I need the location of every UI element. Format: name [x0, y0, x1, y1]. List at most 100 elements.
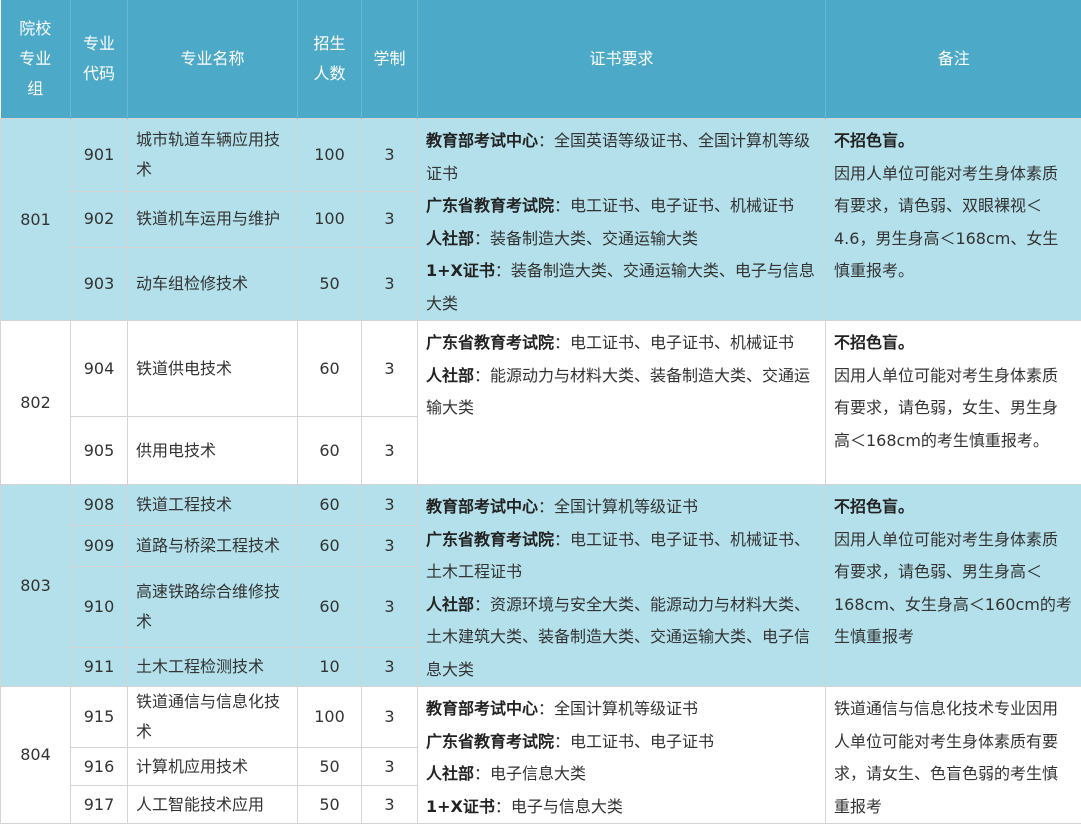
major-code-cell: 917: [70, 785, 128, 824]
years-cell: 3: [361, 246, 418, 322]
note-cell: 铁道通信与信息化技术专业因用人单位可能对考生身体素质有要求，请女生、色盲色弱的考…: [825, 686, 1081, 824]
cert-item: 人社部：装备制造大类、交通运输大类: [426, 223, 817, 256]
table-header-row: 院校 专业 组 专业 代码 专业名称 招生 人数 学制 证书要求 备注: [0, 0, 1081, 119]
cert-issuer-label: 广东省教育考试院: [426, 196, 555, 215]
major-name-cell: 铁道工程技术: [127, 483, 298, 527]
cert-detail: ：电工证书、电子证书、机械证书: [554, 333, 795, 352]
note-cell: 不招色盲。 因用人单位可能对考生身体素质有要求，请色弱、双眼裸视＜4.6，男生身高…: [825, 118, 1081, 321]
major-name-cell: 铁道机车运用与维护: [127, 191, 298, 248]
major-code-cell: 911: [70, 646, 128, 688]
cert-requirements-cell: 教育部考试中心：全国英语等级证书、全国计算机等级证书 广东省教育考试院：电工证书、…: [417, 118, 826, 321]
cert-detail: ：电子与信息大类: [494, 796, 623, 816]
major-code-cell: 909: [70, 525, 128, 568]
cert-issuer-label: 1+X证书: [426, 796, 495, 816]
enroll-count-cell: 60: [297, 566, 362, 648]
enroll-count-cell: 60: [297, 320, 362, 417]
no-color-blind-note: 不招色盲。: [834, 333, 915, 352]
years-cell: 3: [361, 320, 418, 417]
cert-issuer-label: 教育部考试中心: [426, 497, 539, 516]
header-group: 院校 专业 组: [0, 0, 71, 119]
cert-item: 教育部考试中心：全国英语等级证书、全国计算机等级证书: [426, 125, 817, 190]
major-name-cell: 供用电技术: [127, 416, 298, 485]
cert-detail: ：电工证书、电子证书、机械证书: [554, 196, 795, 215]
header-note: 备注: [825, 0, 1081, 119]
no-color-blind-note: 不招色盲。: [834, 131, 915, 150]
major-code-cell: 910: [70, 566, 128, 648]
cert-item: 广东省教育考试院：电工证书、电子证书、机械证书、土木工程证书: [426, 524, 817, 589]
major-name-cell: 城市轨道车辆应用技术: [127, 117, 298, 193]
cert-item: 教育部考试中心：全国计算机等级证书: [426, 693, 817, 726]
enroll-count-cell: 100: [297, 117, 362, 193]
enroll-count-cell: 50: [297, 747, 362, 786]
note-cell: 不招色盲。 因用人单位可能对考生身体素质有要求，请色弱、男生身高＜168cm、女生…: [825, 484, 1081, 687]
cert-item: 1+X证书：装备制造大类、交通运输大类、电子与信息大类: [426, 255, 817, 320]
major-code-cell: 908: [70, 483, 128, 527]
major-code-cell: 901: [70, 117, 128, 193]
cert-item: 人社部：能源动力与材料大类、装备制造大类、交通运输大类: [426, 360, 817, 425]
cert-detail: ：全国计算机等级证书: [538, 699, 699, 718]
cert-item: 广东省教育考试院：电工证书、电子证书: [426, 726, 817, 759]
cert-detail: ：全国计算机等级证书: [538, 497, 699, 516]
years-cell: 3: [361, 416, 418, 485]
years-cell: 3: [361, 686, 418, 748]
enroll-count-cell: 50: [297, 246, 362, 322]
header-years: 学制: [361, 0, 418, 119]
cert-issuer-label: 广东省教育考试院: [426, 333, 555, 352]
note-text: 因用人单位可能对考生身体素质有要求，请色弱，女生、男生身高＜168cm的考生慎重…: [834, 365, 1059, 450]
no-color-blind-note: 不招色盲。: [834, 497, 915, 516]
note-cell: 不招色盲。因用人单位可能对考生身体素质有要求，请色弱，女生、男生身高＜168cm…: [825, 320, 1081, 485]
group-id-cell: 801: [0, 118, 71, 321]
table-row: 803 908 铁道工程技术 60 3 教育部考试中心：全国计算机等级证书 广东省教育考试院…: [0, 483, 1081, 687]
years-cell: 3: [361, 191, 418, 248]
years-cell: 3: [361, 566, 418, 648]
cert-requirements-cell: 教育部考试中心：全国计算机等级证书 广东省教育考试院：电工证书、电子证书 人社部：电…: [417, 686, 826, 824]
years-cell: 3: [361, 646, 418, 688]
cert-issuer-label: 广东省教育考试院: [426, 529, 555, 549]
cert-item: 人社部：电子信息大类: [426, 758, 817, 791]
years-cell: 3: [361, 747, 418, 786]
enroll-count-cell: 100: [297, 686, 362, 748]
enroll-count-cell: 100: [297, 191, 362, 248]
header-name: 专业名称: [127, 0, 298, 119]
major-name-cell: 计算机应用技术: [127, 747, 298, 786]
cert-item: 教育部考试中心：全国计算机等级证书: [426, 491, 817, 524]
enroll-count-cell: 60: [297, 416, 362, 485]
cert-requirements-cell: 广东省教育考试院：电工证书、电子证书、机械证书 人社部：能源动力与材料大类、装备制…: [417, 320, 826, 485]
major-name-cell: 高速铁路综合维修技术: [127, 566, 298, 648]
group-id-cell: 802: [0, 320, 71, 485]
cert-issuer-label: 人社部: [426, 365, 475, 385]
enroll-count-cell: 60: [297, 483, 362, 527]
cert-issuer-label: 人社部: [426, 764, 475, 783]
cert-issuer-label: 教育部考试中心: [426, 131, 539, 150]
years-cell: 3: [361, 117, 418, 193]
major-name-cell: 人工智能技术应用: [127, 785, 298, 824]
years-cell: 3: [361, 483, 418, 527]
major-name-cell: 动车组检修技术: [127, 246, 298, 322]
cert-issuer-label: 教育部考试中心: [426, 699, 539, 718]
cert-detail: ：资源环境与安全大类、能源动力与材料大类、土木建筑大类、装备制造大类、交通运输大…: [426, 594, 811, 679]
header-code: 专业 代码: [70, 0, 128, 119]
cert-detail: ：电工证书、电子证书: [554, 731, 715, 751]
cert-item: 1+X证书：电子与信息大类: [426, 791, 817, 824]
group-id-cell: 803: [0, 484, 71, 687]
header-cert: 证书要求: [417, 0, 826, 119]
cert-requirements-cell: 教育部考试中心：全国计算机等级证书 广东省教育考试院：电工证书、电子证书、机械证书…: [417, 484, 826, 687]
major-code-cell: 903: [70, 246, 128, 322]
cert-detail: ：装备制造大类、交通运输大类: [474, 228, 699, 248]
major-name-cell: 铁道通信与信息化技术: [127, 686, 298, 748]
major-code-cell: 916: [70, 747, 128, 786]
major-name-cell: 铁道供电技术: [127, 320, 298, 417]
cert-item: 广东省教育考试院：电工证书、电子证书、机械证书: [426, 327, 817, 360]
cert-issuer-label: 人社部: [426, 228, 475, 248]
cert-issuer-label: 人社部: [426, 594, 475, 614]
major-code-cell: 915: [70, 686, 128, 748]
major-code-cell: 902: [70, 191, 128, 248]
cert-item: 广东省教育考试院：电工证书、电子证书、机械证书: [426, 190, 817, 223]
cert-detail: ：电子信息大类: [474, 764, 587, 783]
cert-issuer-label: 1+X证书: [426, 261, 495, 280]
enroll-count-cell: 50: [297, 785, 362, 824]
cert-issuer-label: 广东省教育考试院: [426, 731, 555, 751]
major-code-cell: 905: [70, 416, 128, 485]
cert-detail: ：能源动力与材料大类、装备制造大类、交通运输大类: [426, 365, 811, 418]
enroll-count-cell: 10: [297, 646, 362, 688]
